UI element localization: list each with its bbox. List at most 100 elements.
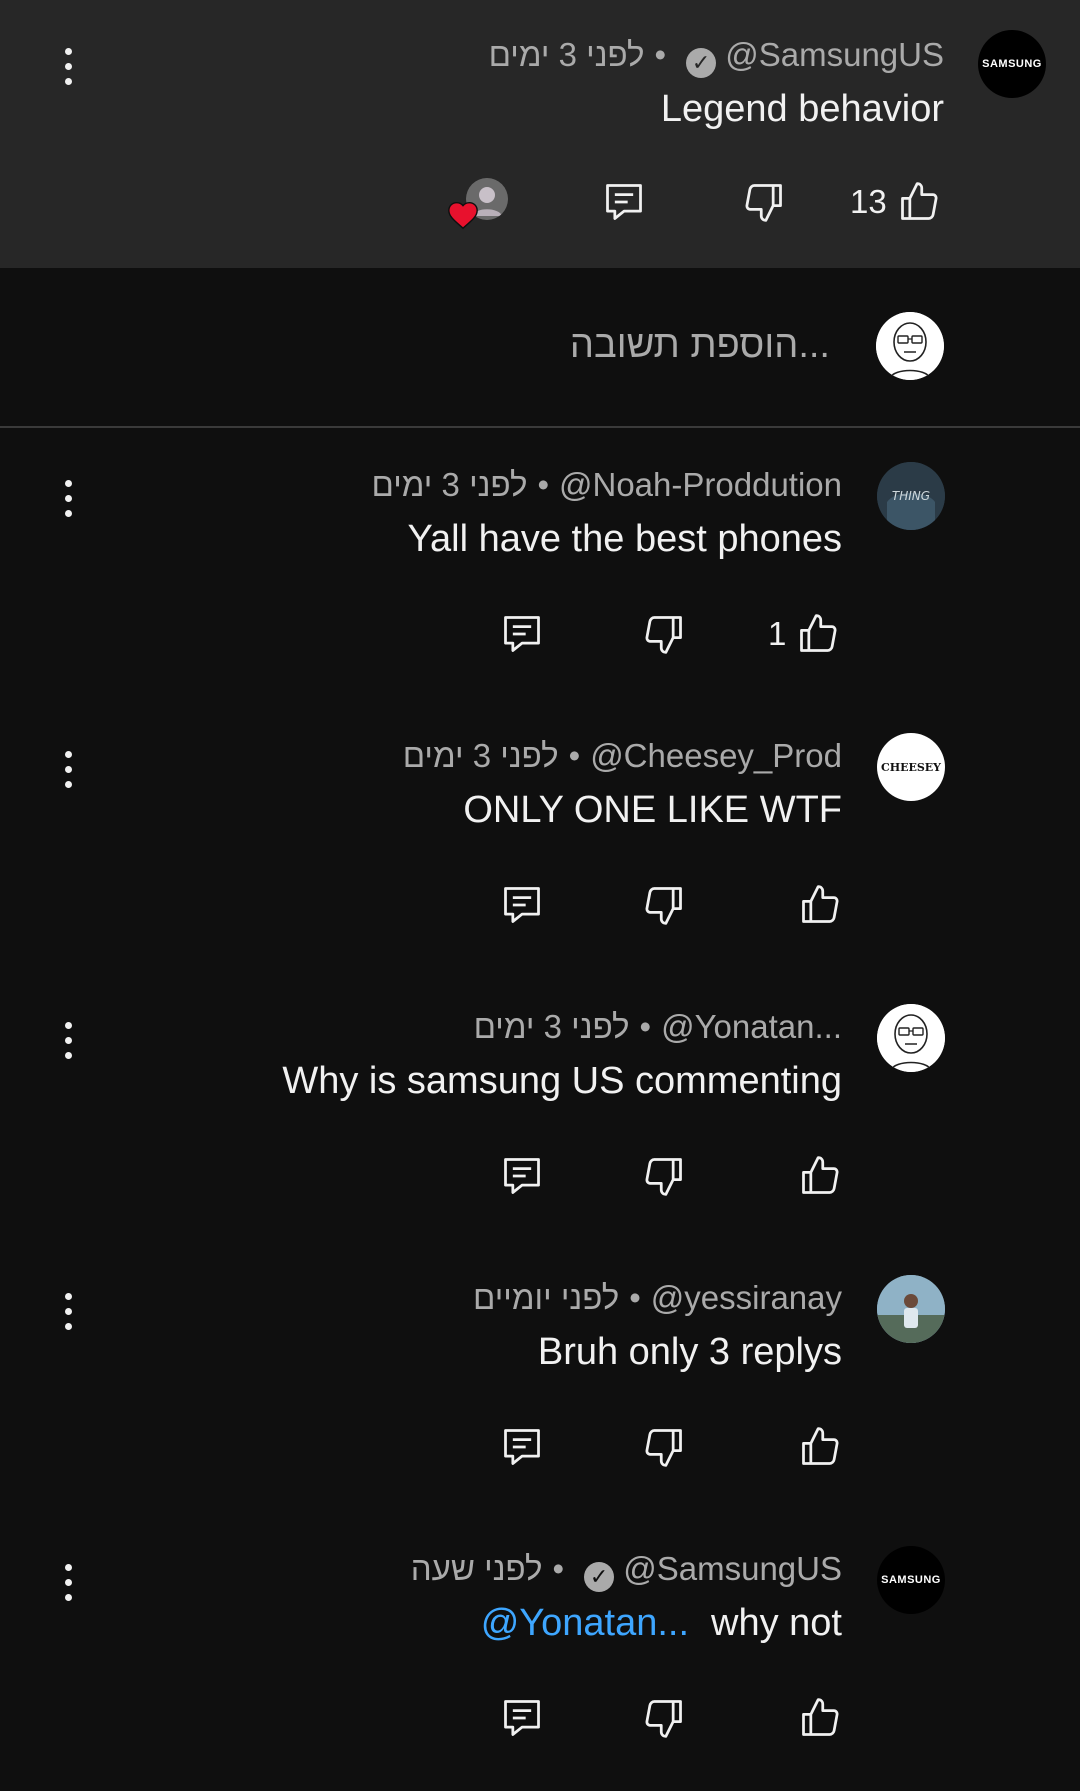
comment-handle[interactable]: @Noah-Proddution [559,466,842,503]
more-options-icon[interactable] [56,751,80,788]
thumb-up-icon [802,1156,839,1194]
reply-button[interactable] [500,612,544,656]
reply-avatar[interactable] [877,1275,945,1343]
more-options-icon[interactable] [56,1293,80,1330]
thumb-up-icon [802,1698,839,1736]
dislike-button[interactable] [642,1696,686,1740]
like-count: 13 [850,183,887,220]
thumb-down-icon [645,1158,682,1196]
comment-icon [504,616,540,652]
dislike-button[interactable] [742,180,786,224]
avatar-logo-text: SAMSUNG [881,1574,941,1586]
avatar-image-icon: THING [877,462,945,530]
meta-separator: • [639,1008,652,1045]
like-button[interactable] [798,1696,842,1740]
mention-link[interactable]: @Yonatan... [481,1602,689,1644]
reply-avatar[interactable]: THING [877,462,945,530]
reply-comment: SAMSUNG לפני שעה • ✓ @SamsungUS @Yonatan..… [0,1520,1080,1791]
comment-icon [504,1158,540,1194]
comment-text-content: why not [711,1602,842,1644]
thumb-down-icon [645,1700,682,1738]
like-button[interactable] [798,883,842,927]
comment-icon [504,1700,540,1736]
comment-text: Yall have the best phones [407,518,843,560]
thumb-down-icon [645,616,682,654]
comment-time: לפני יומיים [472,1279,620,1316]
svg-text:THING: THING [892,489,930,503]
comment-icon [504,1429,540,1465]
more-options-icon[interactable] [56,1564,80,1601]
more-options-icon[interactable] [56,48,80,85]
add-reply-section: הוספת תשובה... [0,268,1080,428]
meta-separator: • [654,36,667,73]
comment-handle[interactable]: @SamsungUS [623,1550,842,1587]
like-button[interactable] [798,1425,842,1469]
avatar-logo-text: SAMSUNG [982,58,1042,70]
comment-time: לפני שעה [410,1550,543,1587]
comment-time: לפני 3 ימים [402,737,559,774]
thumb-up-icon [802,885,839,923]
comment-meta: לפני 3 ימים • ✓ @SamsungUS [489,36,944,78]
meta-separator: • [552,1550,565,1587]
comment-handle[interactable]: @Yonatan... [661,1008,842,1045]
comment-text: @Yonatan... why not [481,1602,842,1645]
avatar-image-icon [877,1275,945,1343]
comment-handle[interactable]: @Cheesey_Prod [590,737,842,774]
thumb-up-icon [802,1427,839,1465]
comment-icon [606,184,642,220]
comment-handle[interactable]: @yessiranay [651,1279,842,1316]
like-button[interactable]: 1 [768,612,840,656]
comment-time: לפני 3 ימים [473,1008,630,1045]
reply-button[interactable] [500,1425,544,1469]
reply-comment: לפני 3 ימים • @Yonatan... Why is samsung U… [0,978,1080,1249]
reply-comment: לפני יומיים • @yessiranay Bruh only 3 repl… [0,1249,1080,1520]
reply-button[interactable] [500,1696,544,1740]
more-options-icon[interactable] [56,1022,80,1059]
reply-avatar[interactable] [877,1004,945,1072]
comment-text: Bruh only 3 replys [537,1331,842,1373]
comment-meta: לפני שעה • ✓ @SamsungUS [411,1550,842,1592]
reply-button[interactable] [602,180,646,224]
thumb-up-icon [900,182,938,220]
comment-text: Why is samsung US commenting [282,1060,842,1102]
comment-time: לפני 3 ימים [488,36,645,73]
comment-text: Legend behavior [660,88,944,130]
avatar-image-icon [877,1004,945,1072]
comment-handle[interactable]: @SamsungUS [725,36,944,73]
reply-button[interactable] [500,1154,544,1198]
verified-icon: ✓ [686,48,717,78]
meta-separator: • [537,466,549,503]
comment-meta: לפני 3 ימים • @Noah-Proddution [372,466,843,504]
like-button[interactable] [798,1154,842,1198]
samsung-avatar[interactable]: SAMSUNG [877,1546,945,1614]
reply-avatar[interactable]: CHEESEY [877,733,945,801]
dislike-button[interactable] [642,883,686,927]
comment-text: ONLY ONE LIKE WTF [463,789,842,831]
dislike-button[interactable] [642,612,686,656]
more-options-icon[interactable] [56,480,80,517]
comment-meta: לפני 3 ימים • @Yonatan... [474,1008,842,1046]
comment-time: לפני 3 ימים [371,466,528,503]
comment-icon [504,887,540,923]
thumb-down-icon [745,184,782,222]
reply-button[interactable] [500,883,544,927]
highlighted-comment: SAMSUNG לפני 3 ימים • ✓ @SamsungUS Legend … [0,0,1080,268]
reply-comment: CHEESEY לפני 3 ימים • @Cheesey_Prod ONLY O… [0,707,1080,978]
reply-comment: THING לפני 3 ימים • @Noah-Proddution Yall … [0,436,1080,707]
heart-icon [446,198,480,235]
verified-icon: ✓ [584,1562,615,1592]
avatar-logo-text: CHEESEY [880,760,942,774]
thumb-down-icon [645,887,682,925]
comment-meta: לפני 3 ימים • @Cheesey_Prod [403,737,842,775]
thumb-up-icon [800,614,837,652]
dislike-button[interactable] [642,1154,686,1198]
like-count: 1 [768,615,787,652]
thumb-down-icon [645,1429,682,1467]
dislike-button[interactable] [642,1425,686,1469]
comment-meta: לפני יומיים • @yessiranay [473,1279,842,1317]
samsung-avatar[interactable]: SAMSUNG [978,30,1046,98]
user-avatar [876,312,944,380]
like-button[interactable]: 13 [850,180,941,224]
user-avatar-icon [876,312,944,380]
reply-input[interactable]: הוספת תשובה... [570,324,830,367]
